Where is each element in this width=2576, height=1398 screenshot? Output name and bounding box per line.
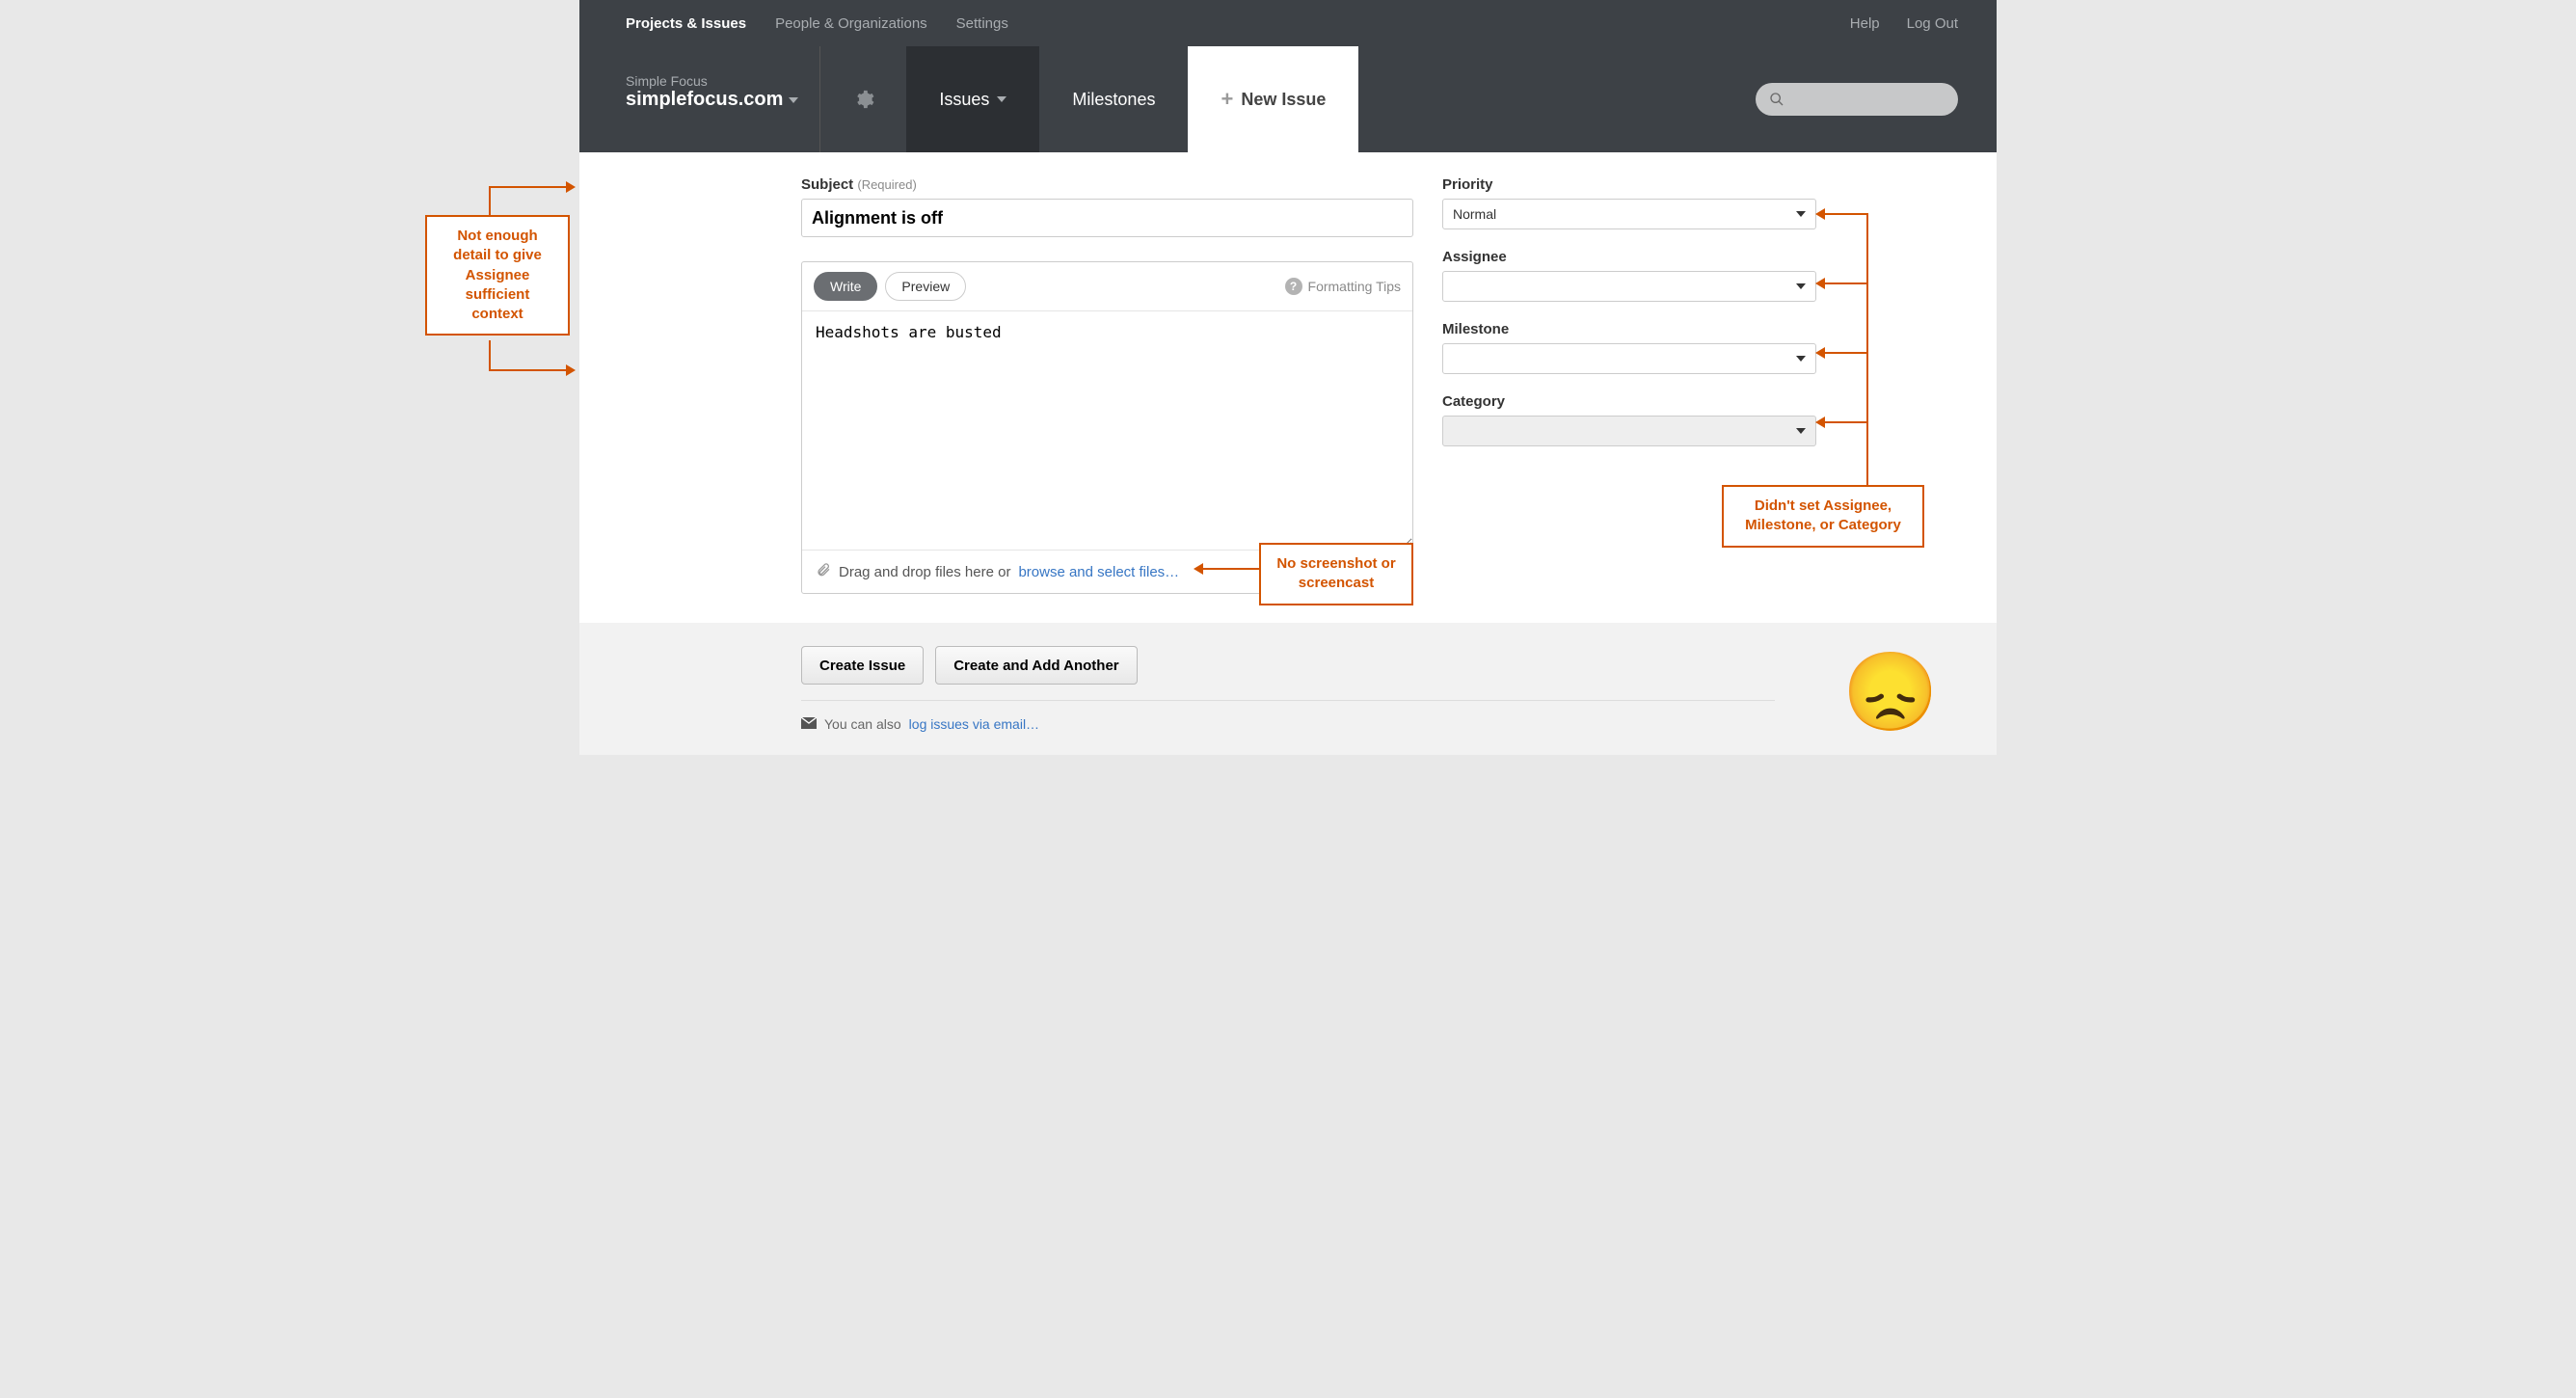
paperclip-icon	[816, 562, 831, 581]
tab-issues-label: Issues	[939, 90, 989, 110]
top-nav: Projects & Issues People & Organizations…	[579, 0, 1997, 46]
form-footer: Create Issue Create and Add Another You …	[579, 623, 1997, 755]
nav-settings[interactable]: Settings	[956, 15, 1008, 32]
tab-milestones-label: Milestones	[1072, 90, 1155, 110]
formatting-tips-link[interactable]: ? Formatting Tips	[1285, 278, 1401, 295]
tab-issues[interactable]: Issues	[906, 46, 1039, 152]
project-name: simplefocus.com	[626, 89, 783, 111]
chevron-down-icon	[1796, 428, 1806, 434]
project-header: Simple Focus simplefocus.com Issues Mile…	[579, 46, 1997, 152]
category-label: Category	[1442, 393, 1816, 410]
chevron-down-icon	[1796, 356, 1806, 362]
milestone-label: Milestone	[1442, 321, 1816, 337]
annotation-left: Not enough detail to give Assignee suffi…	[425, 215, 570, 336]
sad-emoji: 😞	[1842, 647, 1939, 738]
editor-tab-preview[interactable]: Preview	[885, 272, 966, 301]
annotation-right: Didn't set Assignee, Milestone, or Categ…	[1722, 485, 1924, 548]
create-add-another-button[interactable]: Create and Add Another	[935, 646, 1137, 685]
priority-select[interactable]: Normal	[1442, 199, 1816, 229]
org-name: Simple Focus	[626, 73, 798, 89]
annotation-mid: No screenshot or screencast	[1259, 543, 1413, 605]
nav-projects-issues[interactable]: Projects & Issues	[626, 15, 746, 32]
nav-people-orgs[interactable]: People & Organizations	[775, 15, 927, 32]
priority-label: Priority	[1442, 176, 1816, 193]
plus-icon: +	[1221, 87, 1233, 112]
chevron-down-icon	[789, 97, 798, 103]
mail-icon	[801, 716, 817, 732]
nav-help[interactable]: Help	[1850, 15, 1880, 32]
log-via-email-link[interactable]: log issues via email…	[909, 716, 1039, 732]
chevron-down-icon	[997, 96, 1006, 102]
category-select[interactable]	[1442, 416, 1816, 446]
tab-milestones[interactable]: Milestones	[1039, 46, 1188, 152]
editor-tab-write[interactable]: Write	[814, 272, 877, 301]
nav-logout[interactable]: Log Out	[1907, 15, 1958, 32]
subject-input[interactable]	[801, 199, 1413, 237]
project-switcher[interactable]: simplefocus.com	[626, 89, 798, 111]
tab-new-issue[interactable]: + New Issue	[1188, 46, 1358, 152]
chevron-down-icon	[1796, 283, 1806, 289]
chevron-down-icon	[1796, 211, 1806, 217]
assignee-label: Assignee	[1442, 249, 1816, 265]
assignee-select[interactable]	[1442, 271, 1816, 302]
issue-body-textarea[interactable]: Headshots are busted	[802, 310, 1412, 547]
help-icon: ?	[1285, 278, 1302, 295]
project-settings-button[interactable]	[819, 46, 906, 152]
gear-icon	[853, 89, 874, 110]
create-issue-button[interactable]: Create Issue	[801, 646, 924, 685]
milestone-select[interactable]	[1442, 343, 1816, 374]
tab-new-issue-label: New Issue	[1241, 90, 1326, 110]
subject-label: Subject (Required)	[801, 176, 1413, 193]
search-icon	[1769, 92, 1784, 107]
search-box[interactable]	[1756, 83, 1958, 116]
browse-files-link[interactable]: browse and select files…	[1018, 564, 1179, 580]
